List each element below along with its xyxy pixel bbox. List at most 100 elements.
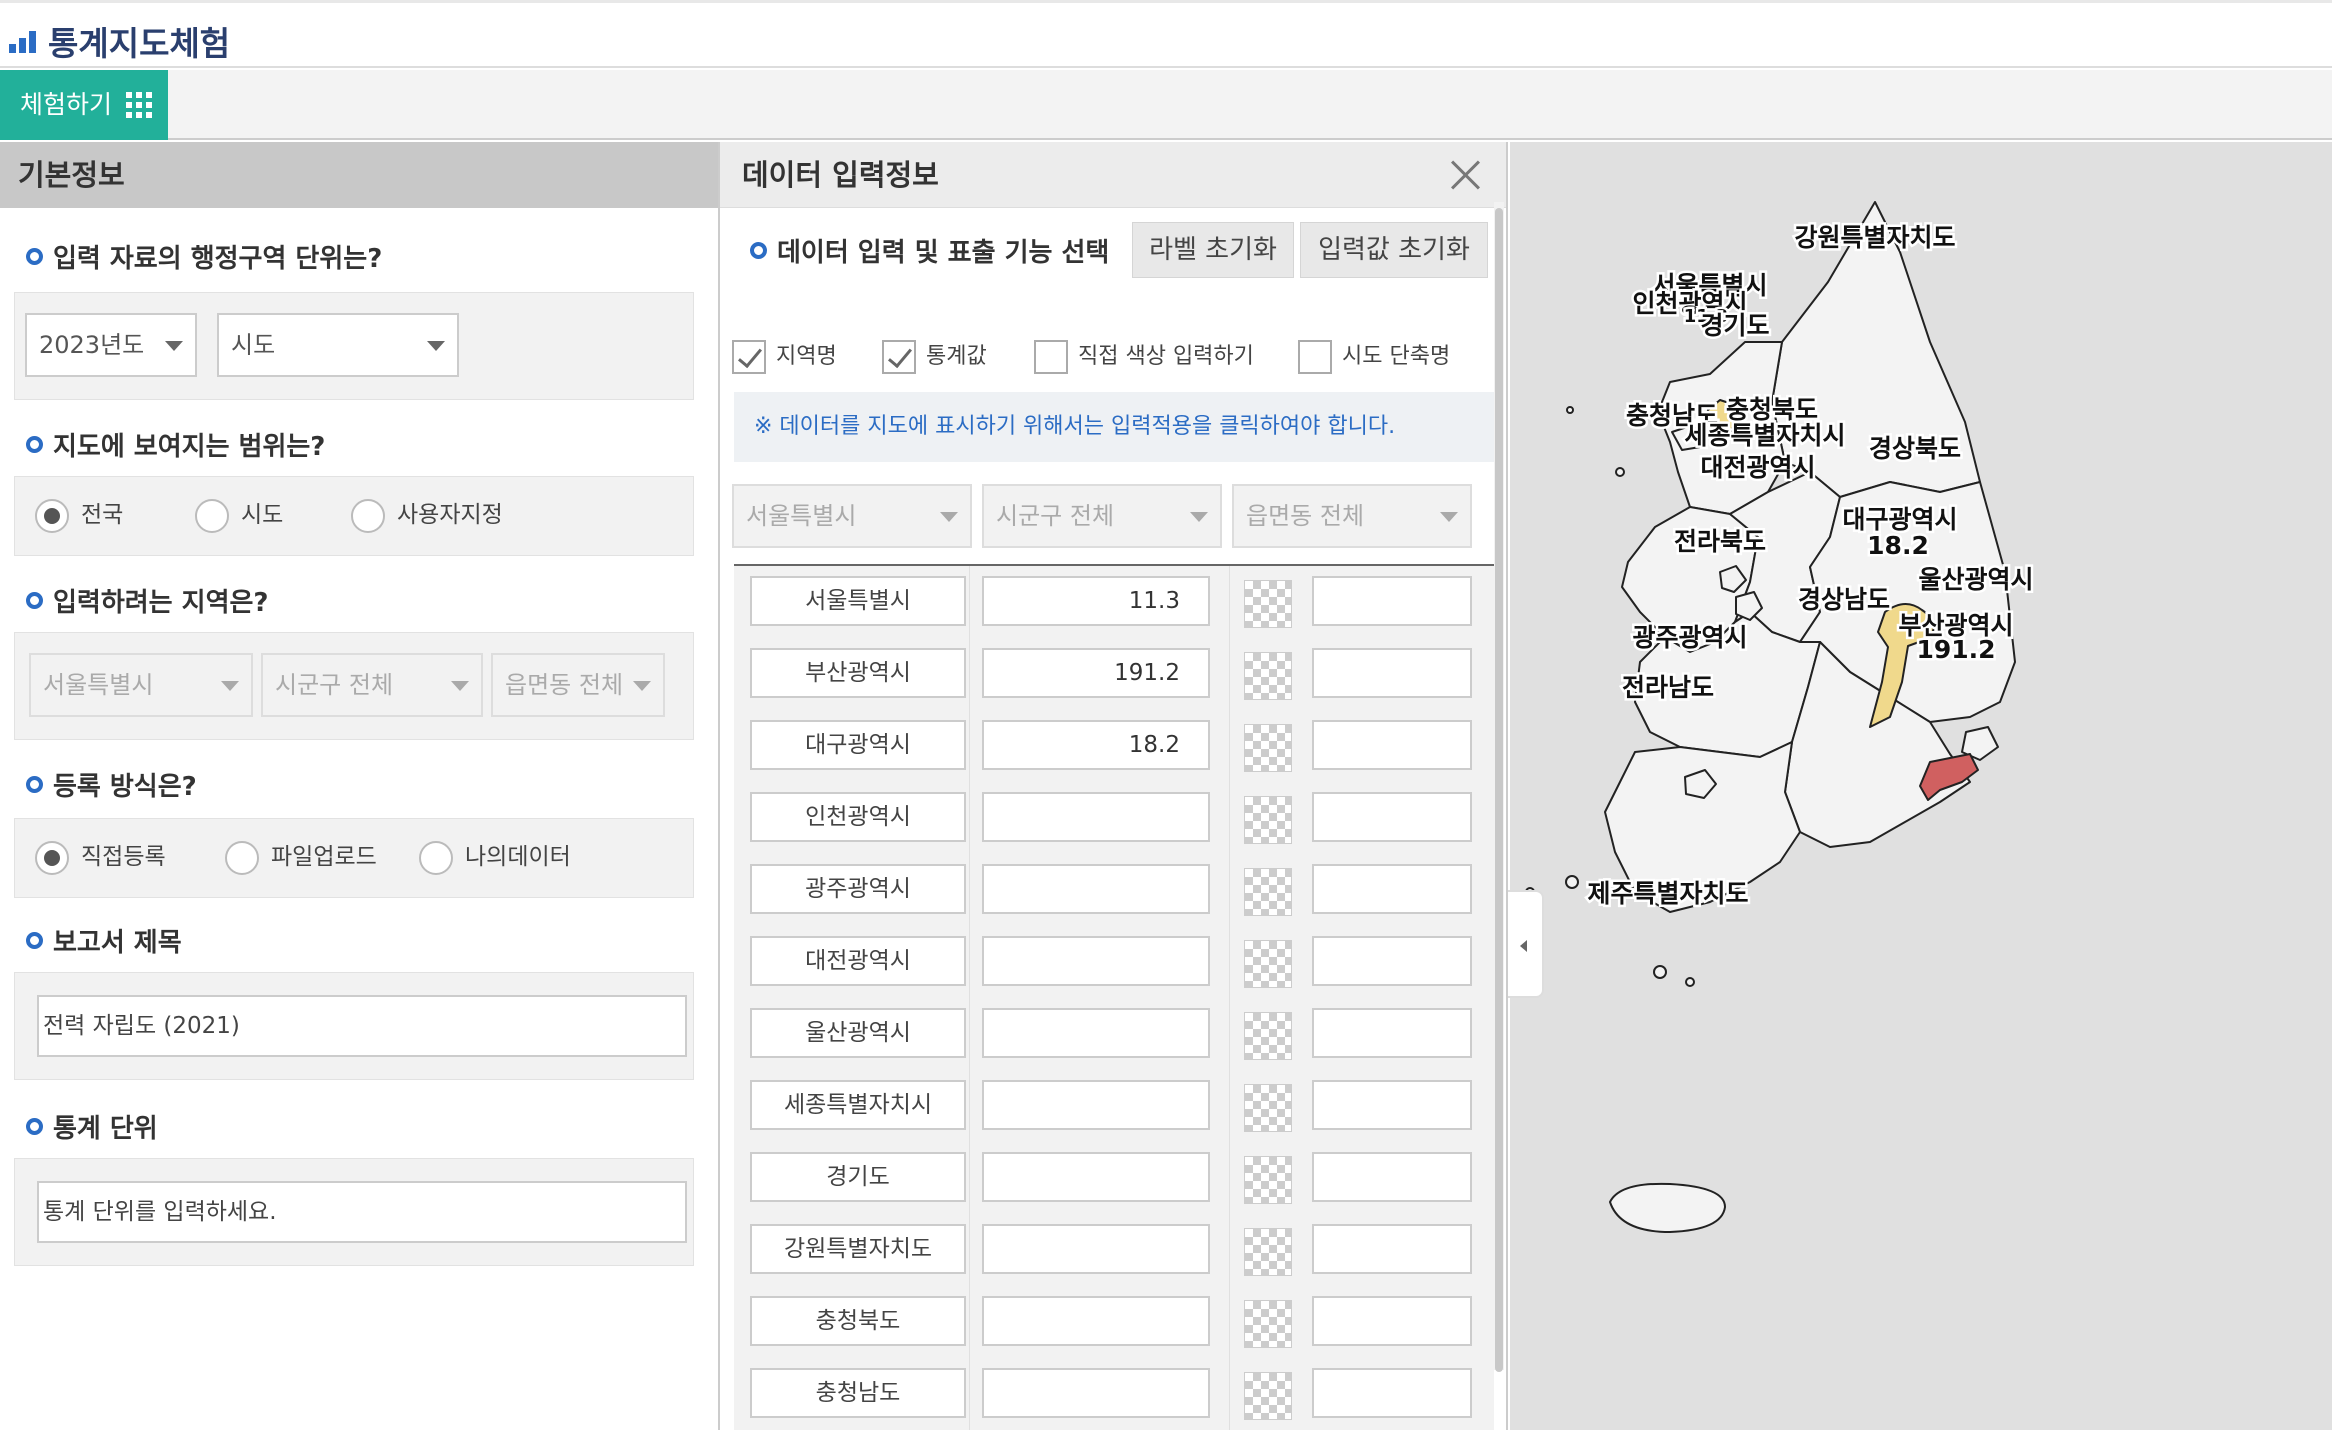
region-name-cell: 울산광역시 [750, 1008, 966, 1058]
region-eupmyeondong-select[interactable]: 읍면동 전체 [491, 653, 665, 717]
table-row: 충청북도 [734, 1286, 1494, 1358]
region-sido-select[interactable]: 서울특별시 [29, 653, 253, 717]
label-input[interactable] [1312, 1296, 1472, 1346]
radio-register-mydata[interactable]: 나의데이터 [419, 837, 571, 875]
table-row: 울산광역시 [734, 998, 1494, 1070]
label-input[interactable] [1312, 1152, 1472, 1202]
radio-icon [419, 840, 453, 875]
label-daejeon: 대전광역시 [1700, 453, 1815, 482]
panel-title: 기본정보 [0, 142, 718, 208]
collapse-panel-button[interactable] [1508, 890, 1544, 998]
checkbox-custom-color[interactable]: 직접 색상 입력하기 [1034, 338, 1254, 374]
chevron-down-icon [940, 512, 958, 522]
region-name-cell: 광주광역시 [750, 864, 966, 914]
color-swatch[interactable] [1244, 1372, 1292, 1420]
chevron-down-icon [165, 341, 183, 351]
checkbox-region-name[interactable]: 지역명 [732, 338, 837, 374]
value-input[interactable] [982, 792, 1210, 842]
filter-eupmyeondong-select[interactable]: 읍면동 전체 [1232, 484, 1472, 548]
value-input[interactable]: 191.2 [982, 648, 1210, 698]
map-range-box: 전국 시도 사용자지정 [14, 476, 694, 556]
region-name-cell: 대전광역시 [750, 936, 966, 986]
stat-unit-box: 통계 단위를 입력하세요. [14, 1158, 694, 1266]
region-sigungu-select[interactable]: 시군구 전체 [261, 653, 483, 717]
unit-select[interactable]: 시도 [217, 313, 459, 377]
map-panel[interactable]: 강원특별자치도 서울특별시 인천광역시 11.3 경기도 충청남도 충청북도 세… [1510, 142, 2332, 1430]
scrollbar[interactable] [1494, 202, 1504, 1372]
bullet-icon [750, 242, 767, 259]
chevron-down-icon [451, 681, 469, 691]
bullet-icon [26, 248, 43, 265]
data-table: 서울특별시 11.3 부산광역시 191.2 대구광역시 18.2 인천광역시 광주광… [734, 564, 1494, 1430]
region-name-cell: 서울특별시 [750, 576, 966, 626]
color-swatch[interactable] [1244, 724, 1292, 772]
value-input[interactable] [982, 1152, 1210, 1202]
value-input[interactable] [982, 864, 1210, 914]
radio-range-custom[interactable]: 사용자지정 [351, 495, 503, 533]
value-input[interactable] [982, 1368, 1210, 1418]
value-input[interactable] [982, 1080, 1210, 1130]
region-name-cell: 부산광역시 [750, 648, 966, 698]
question-region: 입력하려는 지역은? [26, 582, 269, 619]
label-input[interactable] [1312, 936, 1472, 986]
color-swatch[interactable] [1244, 940, 1292, 988]
value-input[interactable] [982, 1008, 1210, 1058]
table-row: 부산광역시 191.2 [734, 638, 1494, 710]
reset-label-button[interactable]: 라벨 초기화 [1132, 222, 1294, 278]
label-input[interactable] [1312, 792, 1472, 842]
label-input[interactable] [1312, 1224, 1472, 1274]
radio-range-sido[interactable]: 시도 [195, 495, 283, 533]
close-icon[interactable] [1450, 160, 1480, 190]
color-swatch[interactable] [1244, 1156, 1292, 1204]
radio-icon [351, 498, 385, 533]
radio-register-direct[interactable]: 직접등록 [35, 837, 166, 875]
island [1615, 467, 1625, 477]
color-swatch[interactable] [1244, 1012, 1292, 1060]
try-button-label: 체험하기 [20, 90, 113, 119]
label-input[interactable] [1312, 1008, 1472, 1058]
color-swatch[interactable] [1244, 1084, 1292, 1132]
top-bar: 통계지도체험 [0, 0, 2332, 68]
region-name-cell: 경기도 [750, 1152, 966, 1202]
radio-register-file[interactable]: 파일업로드 [225, 837, 377, 875]
label-input[interactable] [1312, 864, 1472, 914]
table-row: 인천광역시 [734, 782, 1494, 854]
table-row: 세종특별자치시 [734, 1070, 1494, 1142]
radio-range-national[interactable]: 전국 [35, 495, 123, 533]
try-button[interactable]: 체험하기 [0, 70, 168, 140]
filter-sigungu-select[interactable]: 시군구 전체 [982, 484, 1222, 548]
radio-icon [225, 840, 259, 875]
label-input[interactable] [1312, 720, 1472, 770]
stat-unit-input[interactable]: 통계 단위를 입력하세요. [37, 1181, 687, 1243]
value-input[interactable] [982, 936, 1210, 986]
label-input[interactable] [1312, 576, 1472, 626]
korea-map[interactable]: 강원특별자치도 서울특별시 인천광역시 11.3 경기도 충청남도 충청북도 세… [1510, 142, 2332, 1430]
chevron-down-icon [221, 681, 239, 691]
bullet-icon [26, 932, 43, 949]
color-swatch[interactable] [1244, 868, 1292, 916]
color-swatch[interactable] [1244, 1228, 1292, 1276]
label-input[interactable] [1312, 1080, 1472, 1130]
table-row: 경기도 [734, 1142, 1494, 1214]
value-input[interactable]: 18.2 [982, 720, 1210, 770]
label-chungbuk: 충청북도 [1726, 395, 1818, 424]
filter-sido-select[interactable]: 서울특별시 [732, 484, 972, 548]
label-input[interactable] [1312, 648, 1472, 698]
color-swatch[interactable] [1244, 580, 1292, 628]
value-input[interactable]: 11.3 [982, 576, 1210, 626]
reset-input-button[interactable]: 입력값 초기화 [1300, 222, 1488, 278]
value-input[interactable] [982, 1224, 1210, 1274]
color-swatch[interactable] [1244, 1300, 1292, 1348]
label-input[interactable] [1312, 1368, 1472, 1418]
label-daegu: 대구광역시 [1842, 505, 1957, 534]
year-select[interactable]: 2023년도 [25, 313, 197, 377]
chevron-down-icon [1190, 512, 1208, 522]
value-input[interactable] [982, 1296, 1210, 1346]
checkbox-stat-value[interactable]: 통계값 [882, 338, 987, 374]
island [1565, 875, 1579, 889]
color-swatch[interactable] [1244, 652, 1292, 700]
question-report-title: 보고서 제목 [26, 922, 182, 959]
report-title-input[interactable]: 전력 자립도 (2021) [37, 995, 687, 1057]
color-swatch[interactable] [1244, 796, 1292, 844]
checkbox-sido-short[interactable]: 시도 단축명 [1298, 338, 1450, 374]
